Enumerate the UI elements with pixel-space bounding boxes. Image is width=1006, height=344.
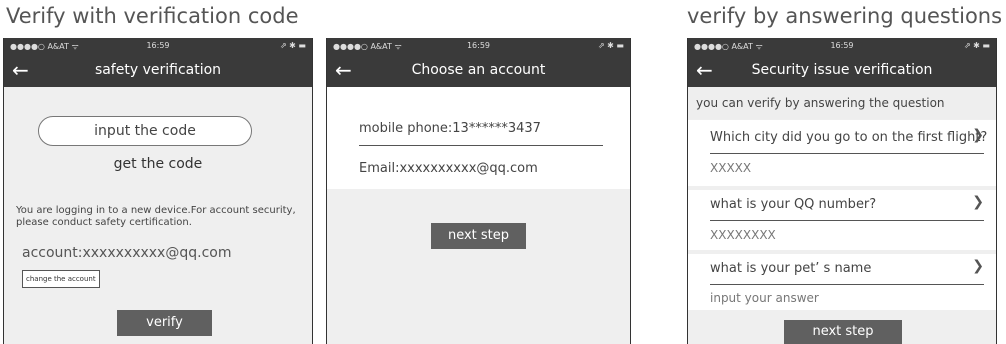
nav-bar: ← safety verification bbox=[4, 55, 312, 87]
account-label: account:xxxxxxxxxx@qq.com bbox=[22, 245, 232, 261]
divider bbox=[710, 220, 984, 221]
account-list: mobile phone:13******3437 Email:xxxxxxxx… bbox=[327, 87, 630, 189]
divider bbox=[710, 284, 984, 285]
answer-field[interactable]: XXXXX bbox=[710, 161, 751, 175]
divider bbox=[359, 145, 603, 146]
question-text[interactable]: what is your QQ number? bbox=[710, 197, 876, 212]
phone-security-questions: ●●●●○ A&AT ᯤ 16:59 ⇗ ✱ ▬ ← Security issu… bbox=[687, 38, 997, 344]
verify-button[interactable]: verify bbox=[117, 310, 212, 336]
code-input[interactable]: input the code bbox=[38, 116, 252, 146]
question-item: what is your pet’ s name ❯ input your an… bbox=[688, 254, 996, 310]
answer-input[interactable]: input your answer bbox=[710, 291, 819, 305]
battery-icon: ⇗ ✱ ▬ bbox=[963, 41, 990, 50]
phone-choose-account: ●●●●○ A&AT ᯤ 16:59 ⇗ ✱ ▬ ← Choose an acc… bbox=[326, 38, 631, 344]
nav-bar: ← Choose an account bbox=[327, 55, 630, 87]
chevron-right-icon[interactable]: ❯ bbox=[972, 127, 984, 143]
status-bar: ●●●●○ A&AT ᯤ 16:59 ⇗ ✱ ▬ bbox=[688, 38, 996, 55]
next-step-button[interactable]: next step bbox=[784, 320, 902, 344]
question-hint: you can verify by answering the question bbox=[688, 87, 996, 119]
heading-verification-code: Verify with verification code bbox=[6, 4, 299, 28]
divider bbox=[710, 153, 984, 154]
get-code-link[interactable]: get the code bbox=[4, 156, 312, 172]
status-time: 16:59 bbox=[146, 41, 170, 50]
account-option-email[interactable]: Email:xxxxxxxxxx@qq.com bbox=[359, 161, 538, 176]
question-text[interactable]: what is your pet’ s name bbox=[710, 261, 871, 276]
account-option-mobile[interactable]: mobile phone:13******3437 bbox=[359, 121, 541, 136]
security-notice: You are logging in to a new device.For a… bbox=[16, 205, 296, 228]
phone-safety-verification: ●●●●○ A&AT ᯤ 16:59 ⇗ ✱ ▬ ← safety verifi… bbox=[3, 38, 313, 344]
status-bar: ●●●●○ A&AT ᯤ 16:59 ⇗ ✱ ▬ bbox=[4, 38, 312, 55]
nav-bar: ← Security issue verification bbox=[688, 55, 996, 87]
battery-icon: ⇗ ✱ ▬ bbox=[597, 41, 624, 50]
question-item: Which city did you go to on the first fl… bbox=[688, 120, 996, 186]
chevron-right-icon[interactable]: ❯ bbox=[972, 194, 984, 210]
answer-field[interactable]: XXXXXXXX bbox=[710, 228, 776, 242]
page-title: safety verification bbox=[94, 62, 222, 78]
status-time: 16:59 bbox=[830, 41, 854, 50]
question-text[interactable]: Which city did you go to on the first fl… bbox=[710, 130, 987, 145]
status-bar: ●●●●○ A&AT ᯤ 16:59 ⇗ ✱ ▬ bbox=[327, 38, 630, 55]
chevron-right-icon[interactable]: ❯ bbox=[972, 258, 984, 274]
next-step-button[interactable]: next step bbox=[431, 223, 526, 249]
question-item: what is your QQ number? ❯ XXXXXXXX bbox=[688, 190, 996, 250]
heading-answer-questions: verify by answering questions bbox=[687, 4, 1003, 28]
change-account-button[interactable]: change the account bbox=[22, 270, 100, 288]
page-title: Security issue verification bbox=[751, 62, 933, 78]
status-time: 16:59 bbox=[466, 41, 491, 50]
battery-icon: ⇗ ✱ ▬ bbox=[279, 41, 306, 50]
page-title: Choose an account bbox=[411, 62, 546, 78]
